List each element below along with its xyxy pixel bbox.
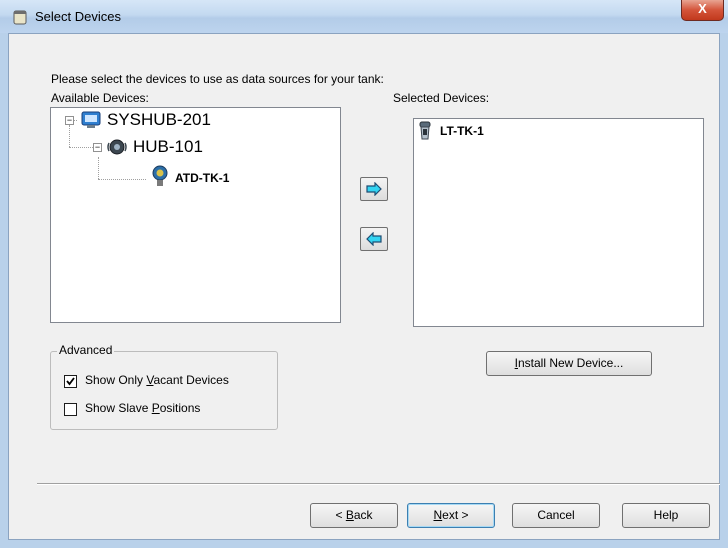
dialog-body: Please select the devices to use as data… — [8, 33, 720, 540]
expander-syshub[interactable]: − — [65, 116, 74, 125]
show-only-vacant-checkbox[interactable] — [64, 375, 77, 388]
list-item[interactable]: LT-TK-1 — [414, 119, 703, 141]
close-button[interactable]: X — [681, 0, 724, 21]
cancel-button[interactable]: Cancel — [512, 503, 600, 528]
hub-icon — [107, 139, 127, 155]
install-new-device-button[interactable]: Install New Device... — [486, 351, 652, 376]
checkmark-icon — [66, 377, 75, 386]
tree-item-syshub[interactable]: SYSHUB-201 — [107, 110, 211, 130]
available-devices-tree[interactable]: − SYSHUB-201 − HUB-101 ATD-TK-1 — [50, 107, 341, 323]
footer-separator — [37, 483, 720, 485]
close-icon: X — [698, 1, 707, 16]
back-button[interactable]: < Back — [310, 503, 398, 528]
selected-item-label: LT-TK-1 — [440, 124, 484, 138]
instructions-text: Please select the devices to use as data… — [51, 72, 384, 86]
title-bar[interactable]: Select Devices X — [0, 0, 728, 33]
tree-item-hub[interactable]: HUB-101 — [133, 137, 203, 157]
remove-device-button[interactable] — [360, 227, 388, 251]
tank-icon — [13, 10, 27, 25]
expander-hub[interactable]: − — [93, 143, 102, 152]
level-transmitter-icon — [419, 121, 431, 140]
monitor-icon — [81, 111, 101, 128]
add-device-button[interactable] — [360, 177, 388, 201]
selected-devices-list[interactable]: LT-TK-1 — [413, 118, 704, 327]
show-slave-positions-checkbox[interactable] — [64, 403, 77, 416]
arrow-right-icon — [366, 182, 382, 196]
arrow-left-icon — [366, 232, 382, 246]
window-title: Select Devices — [35, 9, 121, 24]
sensor-icon — [152, 165, 168, 186]
dialog-window: Select Devices X Please select the devic… — [0, 0, 728, 548]
show-only-vacant-label[interactable]: Show Only Vacant Devices — [85, 373, 229, 387]
selected-devices-label: Selected Devices: — [393, 91, 490, 105]
show-slave-positions-label[interactable]: Show Slave Positions — [85, 401, 200, 415]
help-button[interactable]: Help — [622, 503, 710, 528]
advanced-group: Advanced Show Only Vacant Devices Show S… — [50, 343, 278, 430]
next-button[interactable]: Next > — [407, 503, 495, 528]
tree-item-atd[interactable]: ATD-TK-1 — [175, 171, 229, 185]
available-devices-label: Available Devices: — [51, 91, 149, 105]
advanced-group-title: Advanced — [57, 343, 115, 357]
